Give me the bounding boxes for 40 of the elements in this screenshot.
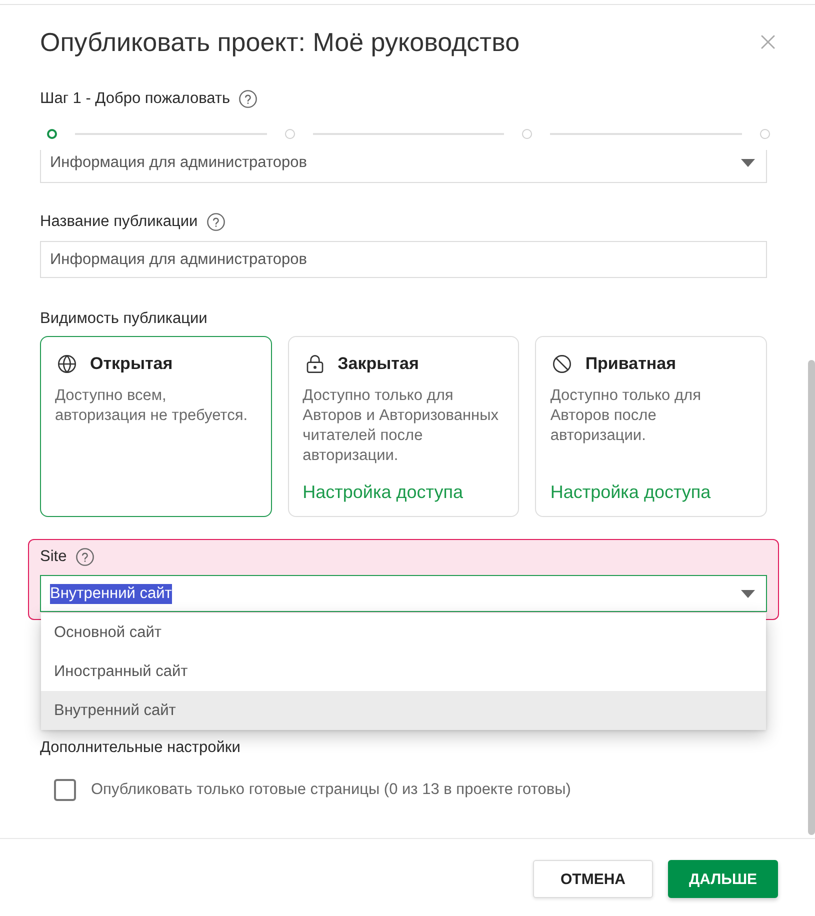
help-icon[interactable] (76, 548, 94, 566)
step-label: Шаг 1 - Добро пожаловать (40, 89, 230, 109)
section-label: Дополнительные настройки (40, 738, 240, 758)
card-title: Открытая (90, 354, 173, 374)
help-icon[interactable] (206, 213, 225, 231)
input-field[interactable]: Информация для администраторов (40, 241, 767, 278)
lock-icon (304, 354, 325, 374)
step-dot[interactable] (760, 129, 770, 139)
visibility-card[interactable]: Закрытая Доступно только для Авторов и Авторизованных читателей после авторизации. Настройка доступа (288, 336, 520, 517)
step-dot[interactable] (522, 129, 532, 139)
next-button[interactable]: ДАЛЬШЕ (668, 860, 778, 898)
no-entry-icon (552, 354, 572, 374)
field-label: Site (40, 547, 67, 567)
caret-icon[interactable] (741, 159, 755, 167)
card-description: Доступно только для Авторов и Авторизованных читателей после авторизации. (302, 386, 500, 466)
scrollbar-thumb[interactable] (808, 360, 815, 835)
step-dot[interactable] (47, 129, 57, 139)
card-description: Доступно всем, авторизация не требуется. (55, 386, 249, 426)
section-label: Видимость публикации (40, 309, 208, 329)
cancel-button[interactable]: ОТМЕНА (533, 860, 653, 898)
field-label: Название публикации (40, 212, 198, 232)
visibility-card[interactable]: Приватная Доступно только для Авторов после авторизации. Настройка доступа (535, 336, 767, 517)
dropdown-option[interactable]: Иностранный сайт (41, 652, 766, 691)
card-title: Закрытая (338, 354, 419, 374)
dropdown-option[interactable]: Основной сайт (41, 613, 766, 652)
select-field[interactable]: Внутренний сайт (40, 575, 767, 612)
card-description: Доступно только для Авторов после авторизации. (550, 386, 702, 446)
step-dot[interactable] (284, 129, 295, 139)
globe-icon (57, 354, 77, 374)
access-settings-link[interactable]: Настройка доступа (302, 481, 463, 503)
dropdown-option[interactable]: Внутренний сайт (41, 691, 766, 730)
caret-icon[interactable] (741, 590, 755, 598)
checkbox-label[interactable]: Опубликовать только готовые страницы (0 из 13 в проекте готовы) (91, 781, 571, 799)
access-settings-link[interactable]: Настройка доступа (550, 481, 711, 503)
dialog-title: Опубликовать проект: Моё руководство (40, 27, 520, 57)
checkbox[interactable] (54, 779, 76, 801)
help-icon[interactable] (239, 90, 258, 108)
select-field[interactable]: Информация для администраторов (40, 150, 767, 183)
card-title: Приватная (585, 354, 676, 374)
visibility-card[interactable]: Открытая Доступно всем, авторизация не требуется. (40, 336, 272, 517)
